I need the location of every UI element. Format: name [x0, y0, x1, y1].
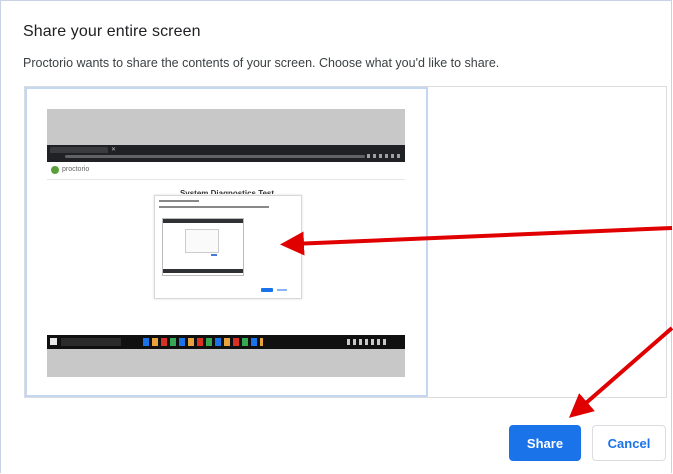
- thumbnail-taskbar-search: [61, 338, 121, 346]
- thumbnail-url-bar: [65, 155, 365, 158]
- windows-start-icon: [50, 338, 57, 345]
- thumbnail-text-line: [159, 206, 269, 208]
- thumbnail-taskbar-apps: [143, 338, 263, 346]
- thumbnail-nested-taskbar: [163, 269, 243, 273]
- thumbnail-content-card: [154, 195, 302, 299]
- thumbnail-bottom-margin: [47, 349, 405, 377]
- share-button[interactable]: Share: [509, 425, 581, 461]
- thumbnail-taskbar: [47, 335, 405, 349]
- thumbnail-text-line: [159, 200, 199, 202]
- thumbnail-page-heading: System Diagnostics Test: [179, 189, 275, 194]
- thumbnail-site-name: proctorio: [62, 166, 90, 173]
- thumbnail-system-tray: [347, 339, 387, 345]
- thumbnail-card-button: [261, 288, 273, 292]
- share-screen-dialog: Share your entire screen Proctorio wants…: [0, 0, 672, 473]
- screen-thumbnail: ✕ proctorio System Diagnostics Test: [47, 109, 405, 377]
- thumbnail-nested-screenshot: [162, 218, 244, 276]
- thumbnail-tab: [50, 147, 108, 153]
- thumbnail-browser-bar: ✕: [47, 145, 405, 162]
- thumbnail-nested-box: [185, 229, 219, 253]
- thumbnail-card-link: [277, 289, 287, 291]
- thumbnail-site-header: proctorio: [47, 162, 405, 180]
- thumbnail-nested-link: [211, 254, 217, 256]
- thumbnail-nested-bar: [163, 219, 243, 223]
- thumbnail-tab-close-icon: ✕: [111, 147, 117, 153]
- proctorio-logo-icon: [51, 166, 59, 174]
- dialog-subtitle: Proctorio wants to share the contents of…: [23, 56, 500, 70]
- thumbnail-extension-icons: [367, 154, 401, 158]
- screen-picker: ✕ proctorio System Diagnostics Test: [24, 86, 667, 398]
- dialog-title: Share your entire screen: [23, 23, 201, 40]
- thumbnail-top-margin: [47, 109, 405, 145]
- cancel-button[interactable]: Cancel: [592, 425, 666, 461]
- entire-screen-tile[interactable]: ✕ proctorio System Diagnostics Test: [25, 87, 428, 397]
